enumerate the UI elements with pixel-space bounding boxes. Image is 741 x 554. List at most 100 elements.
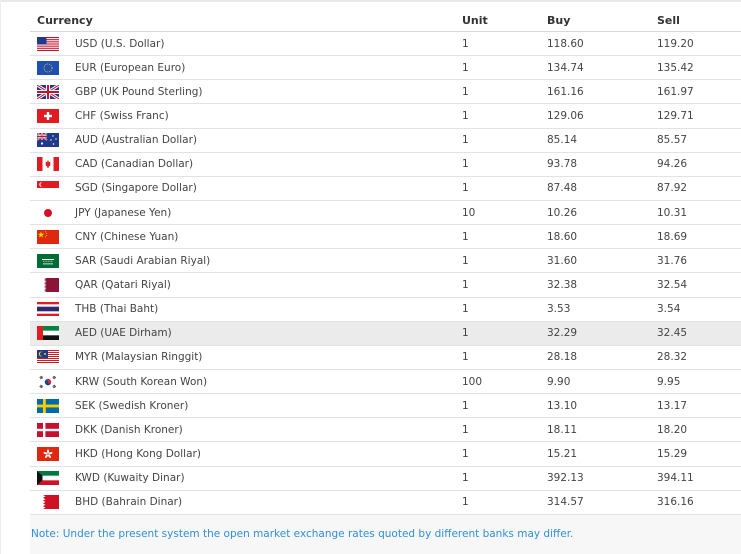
unit-cell: 1 bbox=[462, 176, 547, 201]
flag-cell bbox=[30, 369, 75, 395]
unit-cell: 1 bbox=[462, 224, 547, 250]
buy-rate-cell: 28.18 bbox=[547, 345, 657, 370]
sell-rate-cell: 316.16 bbox=[657, 490, 741, 515]
usa-flag-icon bbox=[37, 36, 59, 51]
buy-rate-cell: 13.10 bbox=[547, 393, 657, 419]
unit-header: Unit bbox=[462, 10, 547, 32]
sell-rate-cell: 18.20 bbox=[657, 417, 741, 443]
table-row: GBP (UK Pound Sterling) 1 161.16 161.97 bbox=[30, 79, 741, 105]
currency-name-cell: HKD (Hong Kong Dollar) bbox=[75, 441, 462, 467]
switzerland-flag-icon bbox=[37, 108, 59, 123]
bahrain-flag-icon bbox=[37, 495, 59, 510]
canada-flag-icon bbox=[37, 157, 59, 172]
sell-header: Sell bbox=[657, 10, 741, 32]
sell-rate-cell: 94.26 bbox=[657, 152, 741, 177]
unit-cell: 1 bbox=[462, 393, 547, 419]
flag-cell bbox=[30, 393, 75, 419]
sweden-flag-icon bbox=[37, 398, 59, 413]
china-flag-icon bbox=[37, 229, 59, 244]
unit-cell: 10 bbox=[462, 200, 547, 226]
sell-rate-cell: 3.54 bbox=[657, 297, 741, 322]
unit-cell: 1 bbox=[462, 31, 547, 57]
currency-name-cell: KRW (South Korean Won) bbox=[75, 369, 462, 395]
currency-name-cell: QAR (Qatari Riyal) bbox=[75, 272, 462, 298]
currency-name-cell: CNY (Chinese Yuan) bbox=[75, 224, 462, 250]
table-row: KRW (South Korean Won) 100 9.90 9.95 bbox=[30, 369, 741, 395]
currency-name-cell: AUD (Australian Dollar) bbox=[75, 128, 462, 153]
sell-rate-cell: 31.76 bbox=[657, 248, 741, 274]
currency-name-cell: CHF (Swiss Franc) bbox=[75, 103, 462, 129]
hong-kong-flag-icon bbox=[37, 446, 59, 461]
sell-rate-cell: 9.95 bbox=[657, 369, 741, 395]
qatar-flag-icon bbox=[37, 277, 59, 292]
unit-cell: 1 bbox=[462, 417, 547, 443]
flag-cell bbox=[30, 200, 75, 226]
currency-name-cell: AED (UAE Dirham) bbox=[75, 321, 462, 346]
unit-cell: 1 bbox=[462, 321, 547, 346]
sell-rate-cell: 135.42 bbox=[657, 55, 741, 81]
buy-header: Buy bbox=[547, 10, 657, 32]
denmark-flag-icon bbox=[37, 422, 59, 437]
flag-cell bbox=[30, 441, 75, 467]
flag-cell bbox=[30, 152, 75, 177]
unit-cell: 1 bbox=[462, 272, 547, 298]
currency-name-cell: MYR (Malaysian Ringgit) bbox=[75, 345, 462, 370]
unit-cell: 1 bbox=[462, 79, 547, 105]
unit-cell: 1 bbox=[462, 55, 547, 81]
unit-cell: 1 bbox=[462, 128, 547, 153]
table-row: QAR (Qatari Riyal) 1 32.38 32.54 bbox=[30, 272, 741, 298]
unit-cell: 1 bbox=[462, 248, 547, 274]
kuwait-flag-icon bbox=[37, 471, 59, 486]
sell-rate-cell: 85.57 bbox=[657, 128, 741, 153]
table-row: CAD (Canadian Dollar) 1 93.78 94.26 bbox=[30, 152, 741, 177]
currency-name-cell: BHD (Bahrain Dinar) bbox=[75, 490, 462, 515]
currency-name-cell: DKK (Danish Kroner) bbox=[75, 417, 462, 443]
table-row: CNY (Chinese Yuan) 1 18.60 18.69 bbox=[30, 224, 741, 250]
currency-name-cell: USD (U.S. Dollar) bbox=[75, 31, 462, 57]
flag-cell bbox=[30, 297, 75, 322]
buy-rate-cell: 15.21 bbox=[547, 441, 657, 467]
table-row: SEK (Swedish Kroner) 1 13.10 13.17 bbox=[30, 393, 741, 419]
currency-name-cell: SEK (Swedish Kroner) bbox=[75, 393, 462, 419]
sell-rate-cell: 32.45 bbox=[657, 321, 741, 346]
sell-rate-cell: 28.32 bbox=[657, 345, 741, 370]
exchange-rate-table: Currency Unit Buy Sell USD (U.S. Dollar)… bbox=[30, 10, 741, 515]
buy-rate-cell: 32.38 bbox=[547, 272, 657, 298]
uk-flag-icon bbox=[37, 84, 59, 99]
sell-rate-cell: 161.97 bbox=[657, 79, 741, 105]
buy-rate-cell: 32.29 bbox=[547, 321, 657, 346]
saudi-arabia-flag-icon bbox=[37, 253, 59, 268]
table-header-row: Currency Unit Buy Sell bbox=[30, 10, 741, 32]
flag-cell bbox=[30, 176, 75, 201]
buy-rate-cell: 85.14 bbox=[547, 128, 657, 153]
malaysia-flag-icon bbox=[37, 350, 59, 365]
left-border bbox=[0, 0, 1, 554]
unit-cell: 1 bbox=[462, 152, 547, 177]
unit-cell: 100 bbox=[462, 369, 547, 395]
flag-cell bbox=[30, 272, 75, 298]
buy-rate-cell: 18.60 bbox=[547, 224, 657, 250]
table-row: DKK (Danish Kroner) 1 18.11 18.20 bbox=[30, 417, 741, 443]
eu-flag-icon bbox=[37, 60, 59, 75]
buy-rate-cell: 31.60 bbox=[547, 248, 657, 274]
sell-rate-cell: 119.20 bbox=[657, 31, 741, 57]
flag-cell bbox=[30, 417, 75, 443]
table-row: KWD (Kuwaity Dinar) 1 392.13 394.11 bbox=[30, 466, 741, 491]
currency-name-cell: GBP (UK Pound Sterling) bbox=[75, 79, 462, 105]
flag-cell bbox=[30, 321, 75, 346]
currency-name-cell: CAD (Canadian Dollar) bbox=[75, 152, 462, 177]
currency-name-cell: SGD (Singapore Dollar) bbox=[75, 176, 462, 201]
unit-cell: 1 bbox=[462, 466, 547, 491]
table-row: EUR (European Euro) 1 134.74 135.42 bbox=[30, 55, 741, 81]
flag-cell bbox=[30, 248, 75, 274]
sell-rate-cell: 129.71 bbox=[657, 103, 741, 129]
sell-rate-cell: 15.29 bbox=[657, 441, 741, 467]
flag-cell bbox=[30, 345, 75, 370]
sell-rate-cell: 394.11 bbox=[657, 466, 741, 491]
buy-rate-cell: 161.16 bbox=[547, 79, 657, 105]
sell-rate-cell: 13.17 bbox=[657, 393, 741, 419]
buy-rate-cell: 118.60 bbox=[547, 31, 657, 57]
currency-name-cell: SAR (Saudi Arabian Riyal) bbox=[75, 248, 462, 274]
unit-cell: 1 bbox=[462, 345, 547, 370]
currency-name-cell: JPY (Japanese Yen) bbox=[75, 200, 462, 226]
